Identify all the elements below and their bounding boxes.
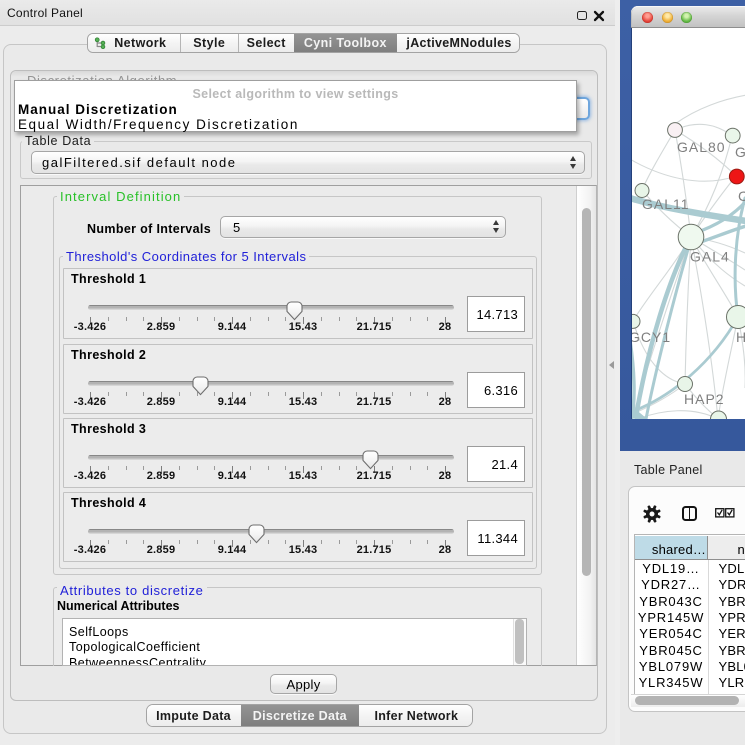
svg-text:G: G bbox=[735, 144, 745, 160]
svg-text:GCY1: GCY1 bbox=[632, 329, 671, 345]
svg-text:GAL11: GAL11 bbox=[642, 196, 690, 212]
svg-text:C: C bbox=[738, 188, 745, 204]
svg-text:GAL4: GAL4 bbox=[690, 249, 730, 265]
svg-text:HAP2: HAP2 bbox=[684, 391, 725, 407]
svg-text:H: H bbox=[736, 329, 745, 345]
svg-text:GAL80: GAL80 bbox=[677, 139, 726, 155]
